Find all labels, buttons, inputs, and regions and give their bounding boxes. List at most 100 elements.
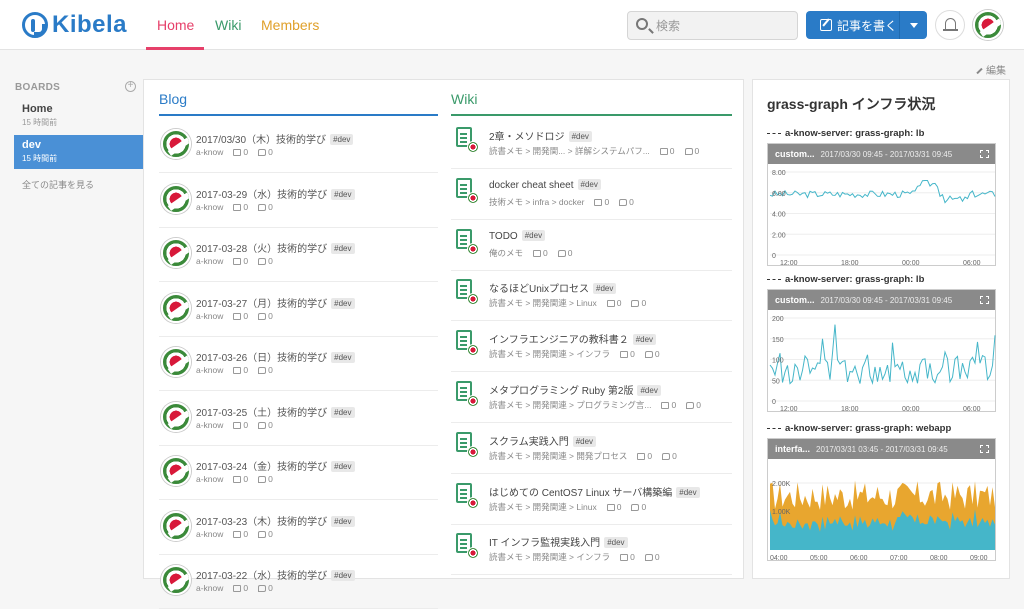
tag-badge[interactable]: #dev	[330, 134, 354, 145]
wiki-list-item[interactable]: はじめての CentOS7 Linux サーバ構築編 #dev 読書メモ > 開発関…	[451, 474, 732, 525]
tag-badge[interactable]: #dev	[632, 334, 657, 346]
tag-badge[interactable]: #dev	[572, 435, 597, 447]
tag-badge[interactable]: #dev	[637, 385, 661, 396]
wiki-path[interactable]: 読書メモ > 開発関連 > インフラ	[489, 349, 610, 359]
graph-widget[interactable]: interfa... 2017/03/31 03:45 - 2017/03/31 …	[767, 438, 996, 562]
sidebar-item-home[interactable]: Home 15 時間前	[14, 99, 143, 133]
tag-badge[interactable]: #dev	[331, 243, 355, 254]
comment-count: 0	[268, 365, 273, 375]
blog-title[interactable]: 2017-03-23（木）技術的学び #dev	[196, 513, 355, 528]
write-article-button[interactable]: 記事を書く	[806, 11, 899, 39]
nav-wiki[interactable]: Wiki	[215, 17, 241, 33]
blog-title[interactable]: 2017-03-29（水）技術的学び #dev	[196, 186, 355, 201]
graph-widget[interactable]: custom... 2017/03/30 09:45 - 2017/03/31 0…	[767, 289, 996, 413]
tag-badge[interactable]: #dev	[593, 283, 617, 295]
blog-title[interactable]: 2017/03/30（木）技術的学び #dev	[196, 131, 354, 146]
wiki-title[interactable]: 2章・メソドロジ #dev	[489, 128, 592, 143]
wiki-path[interactable]: 読書メモ > 開発関連 > Linux	[489, 298, 597, 308]
author-avatar[interactable]	[161, 456, 191, 486]
all-posts-link[interactable]: 全ての記事を見る	[22, 178, 94, 191]
graph-header: custom... 2017/03/30 09:45 - 2017/03/31 0…	[768, 144, 995, 164]
edit-link[interactable]: 編集	[976, 62, 1006, 77]
search-input[interactable]	[656, 12, 794, 39]
tag-badge[interactable]: #dev	[331, 570, 355, 581]
author-avatar[interactable]	[161, 565, 191, 595]
nav-members[interactable]: Members	[261, 17, 319, 33]
blog-list-item[interactable]: 2017-03-28（火）技術的学び #dev a-know 0 0	[159, 227, 438, 282]
blog-list-item[interactable]: 2017-03-25（土）技術的学び #dev a-know 0 0	[159, 391, 438, 446]
blog-title[interactable]: 2017-03-22（水）技術的学び #dev	[196, 567, 355, 582]
wiki-path[interactable]: 読書メモ > 開発関連 > 開発プロセス	[489, 451, 627, 461]
author-avatar[interactable]	[161, 238, 191, 268]
blog-title[interactable]: 2017-03-24（金）技術的学び #dev	[196, 458, 355, 473]
author-avatar[interactable]	[161, 183, 191, 214]
user-avatar[interactable]	[973, 10, 1003, 40]
blog-list-item[interactable]: 2017-03-23（木）技術的学び #dev a-know 0 0	[159, 500, 438, 555]
tag-badge[interactable]: #dev	[331, 515, 355, 527]
graph-widget[interactable]: custom... 2017/03/30 09:45 - 2017/03/31 0…	[767, 143, 996, 267]
tag-badge[interactable]: #dev	[521, 229, 546, 241]
tag-badge[interactable]: #dev	[568, 131, 592, 142]
like-count: 0	[616, 298, 622, 309]
kibela-logo[interactable]: Kibela	[22, 11, 127, 39]
expand-icon[interactable]	[980, 150, 989, 158]
add-board-icon[interactable]: +	[125, 81, 136, 92]
blog-title[interactable]: 2017-03-28（火）技術的学び #dev	[196, 240, 355, 255]
tag-badge[interactable]: #dev	[577, 178, 601, 190]
tag-badge[interactable]: #dev	[331, 352, 355, 363]
wiki-list-item[interactable]: 2章・メソドロジ #dev 読書メモ > 開発関... > 詳解システムパフ... 0…	[451, 118, 732, 169]
blog-list-item[interactable]: 2017-03-27（月）技術的学び #dev a-know 0 0	[159, 282, 438, 337]
nav-home[interactable]: Home	[157, 17, 194, 33]
wiki-list-item[interactable]: インフラエンジニアの教科書２ #dev 読書メモ > 開発関連 > インフラ 0 0	[451, 321, 732, 373]
author-avatar[interactable]	[161, 510, 191, 541]
wiki-list-item[interactable]: TODO #dev 俺のメモ 0 0	[451, 220, 732, 271]
blog-list-item[interactable]: 2017/03/30（木）技術的学び #dev a-know 0 0	[159, 118, 438, 173]
blog-title[interactable]: 2017-03-27（月）技術的学び #dev	[196, 295, 355, 310]
x-tick-label: 18:00	[841, 406, 859, 413]
blog-list-item[interactable]: 2017-03-26（日）技術的学び #dev a-know 0 0	[159, 336, 438, 391]
wiki-meta: 読書メモ > 開発関連 > 開発プロセス 0 0	[489, 450, 677, 462]
wiki-heading[interactable]: Wiki	[451, 91, 477, 107]
blog-heading[interactable]: Blog	[159, 91, 187, 107]
author-name: a-know	[196, 310, 224, 321]
tag-badge[interactable]: #dev	[331, 461, 355, 472]
wiki-title[interactable]: docker cheat sheet #dev	[489, 178, 601, 191]
sidebar-item-dev[interactable]: dev 15 時間前	[14, 135, 143, 169]
expand-icon[interactable]	[980, 296, 989, 304]
tag-badge[interactable]: #dev	[331, 406, 355, 418]
wiki-list-item[interactable]: メタプログラミング Ruby 第2版 #dev 読書メモ > 開発関連 > プログラ…	[451, 372, 732, 423]
wiki-path[interactable]: 俺のメモ	[489, 248, 523, 258]
tag-badge[interactable]: #dev	[331, 188, 355, 200]
expand-icon[interactable]	[980, 445, 989, 453]
author-avatar[interactable]	[161, 292, 191, 323]
wiki-list-item[interactable]: スクラム実践入門 #dev 読書メモ > 開発関連 > 開発プロセス 0 0	[451, 423, 732, 474]
wiki-title[interactable]: IT インフラ監視実践入門 #dev	[489, 534, 628, 549]
wiki-path[interactable]: 読書メモ > 開発関... > 詳解システムパフ...	[489, 146, 650, 156]
author-avatar[interactable]	[161, 401, 191, 432]
wiki-title[interactable]: なるほどUnixプロセス #dev	[489, 280, 617, 295]
wiki-path[interactable]: 読書メモ > 開発関連 > プログラミング言...	[489, 400, 651, 410]
blog-list-item[interactable]: 2017-03-29（水）技術的学び #dev a-know 0 0	[159, 173, 438, 228]
write-dropdown-button[interactable]	[899, 11, 927, 39]
wiki-list-item[interactable]: docker cheat sheet #dev 技術メモ > infra > doc…	[451, 169, 732, 220]
wiki-path[interactable]: 読書メモ > 開発関連 > Linux	[489, 502, 597, 512]
wiki-title[interactable]: メタプログラミング Ruby 第2版 #dev	[489, 382, 661, 397]
author-avatar[interactable]	[161, 129, 191, 159]
tag-badge[interactable]: #dev	[676, 486, 700, 498]
author-avatar[interactable]	[161, 347, 191, 377]
wiki-path[interactable]: 読書メモ > 開発関連 > インフラ	[489, 552, 610, 562]
blog-title[interactable]: 2017-03-26（日）技術的学び #dev	[196, 349, 355, 364]
tag-badge[interactable]: #dev	[604, 537, 628, 549]
wiki-title[interactable]: はじめての CentOS7 Linux サーバ構築編 #dev	[489, 484, 700, 499]
wiki-title[interactable]: インフラエンジニアの教科書２ #dev	[489, 331, 657, 346]
blog-title[interactable]: 2017-03-25（土）技術的学び #dev	[196, 404, 355, 419]
wiki-list-item[interactable]: IT インフラ監視実践入門 #dev 読書メモ > 開発関連 > インフラ 0 0	[451, 524, 732, 576]
wiki-title[interactable]: TODO #dev	[489, 229, 546, 242]
notification-button[interactable]	[935, 10, 965, 40]
blog-list-item[interactable]: 2017-03-24（金）技術的学び #dev a-know 0 0	[159, 445, 438, 500]
wiki-title[interactable]: スクラム実践入門 #dev	[489, 433, 597, 448]
wiki-path[interactable]: 技術メモ > infra > docker	[489, 197, 584, 207]
wiki-list-item[interactable]: なるほどUnixプロセス #dev 読書メモ > 開発関連 > Linux 0 0	[451, 270, 732, 322]
tag-badge[interactable]: #dev	[331, 297, 355, 309]
blog-list-item[interactable]: 2017-03-22（水）技術的学び #dev a-know 0 0	[159, 554, 438, 609]
